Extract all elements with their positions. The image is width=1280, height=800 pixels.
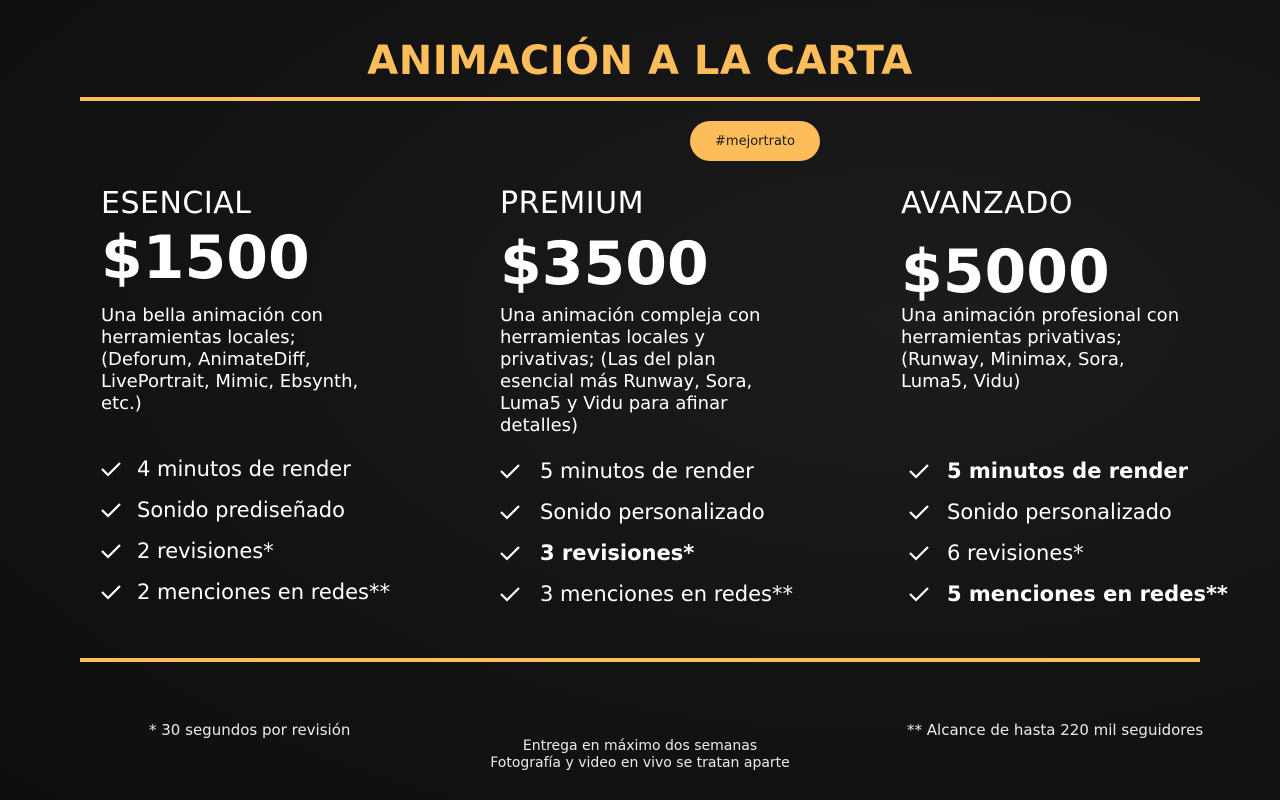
live-media-line: Fotografía y video en vivo se tratan apa… (490, 755, 790, 771)
plan-name: AVANZADO (901, 186, 1073, 221)
feature-label: Sonido personalizado (540, 499, 765, 524)
feature-list: 5 minutos de render Sonido personalizado… (909, 450, 1228, 614)
feature-label: 2 revisiones* (137, 538, 274, 563)
feature-label: 5 minutos de render (540, 458, 754, 483)
check-icon (909, 545, 947, 561)
feature-label: Sonido personalizado (947, 499, 1172, 524)
check-icon (500, 545, 540, 561)
feature-item: 3 menciones en redes** (500, 573, 793, 614)
feature-list: 4 minutos de render Sonido prediseñado 2… (101, 448, 390, 612)
feature-item: 5 menciones en redes** (909, 573, 1228, 614)
check-icon (101, 502, 137, 518)
plan-name: ESENCIAL (101, 186, 252, 221)
check-icon (101, 461, 137, 477)
plan-price: $5000 (901, 237, 1110, 307)
footnote-revisions: * 30 segundos por revisión (149, 721, 351, 739)
feature-item: Sonido personalizado (500, 491, 793, 532)
check-icon (500, 463, 540, 479)
feature-item: 3 revisiones* (500, 532, 793, 573)
footnote-reach: ** Alcance de hasta 220 mil seguidores (907, 721, 1204, 739)
check-icon (909, 504, 947, 520)
check-icon (101, 543, 137, 559)
feature-item: 6 revisiones* (909, 532, 1228, 573)
feature-label: 3 revisiones* (540, 540, 695, 565)
check-icon (500, 504, 540, 520)
feature-item: 4 minutos de render (101, 448, 390, 489)
feature-label: 5 minutos de render (947, 458, 1188, 483)
feature-label: 5 menciones en redes** (947, 581, 1228, 606)
plan-price: $1500 (101, 223, 310, 293)
page-title: ANIMACIÓN A LA CARTA (367, 38, 913, 84)
bottom-divider (80, 658, 1200, 662)
feature-label: Sonido prediseñado (137, 497, 345, 522)
feature-item: 5 minutos de render (909, 450, 1228, 491)
feature-label: 4 minutos de render (137, 456, 351, 481)
footnote-delivery: Entrega en máximo dos semanas Fotografía… (0, 738, 1280, 772)
plan-description: Una animación compleja con herramientas … (500, 305, 761, 436)
plan-price: $3500 (500, 229, 709, 299)
plan-description: Una bella animación con herramientas loc… (101, 305, 359, 414)
plan-avanzado: AVANZADO $5000 Una animación profesional… (901, 186, 1261, 606)
check-icon (101, 584, 137, 600)
delivery-line: Entrega en máximo dos semanas (522, 738, 758, 754)
feature-label: 6 revisiones* (947, 540, 1084, 565)
feature-item: 2 revisiones* (101, 530, 390, 571)
feature-label: 2 menciones en redes** (137, 579, 390, 604)
plan-name: PREMIUM (500, 186, 644, 221)
plan-description: Una animación profesional con herramient… (901, 305, 1180, 392)
plan-premium: PREMIUM $3500 Una animación compleja con… (500, 186, 860, 606)
best-deal-badge: #mejortrato (690, 121, 820, 161)
check-icon (500, 586, 540, 602)
feature-item: Sonido personalizado (909, 491, 1228, 532)
feature-item: 5 minutos de render (500, 450, 793, 491)
feature-label: 3 menciones en redes** (540, 581, 793, 606)
check-icon (909, 586, 947, 602)
feature-item: Sonido prediseñado (101, 489, 390, 530)
check-icon (909, 463, 947, 479)
feature-item: 2 menciones en redes** (101, 571, 390, 612)
feature-list: 5 minutos de render Sonido personalizado… (500, 450, 793, 614)
plan-esencial: ESENCIAL $1500 Una bella animación con h… (101, 186, 461, 604)
top-divider (80, 97, 1200, 101)
